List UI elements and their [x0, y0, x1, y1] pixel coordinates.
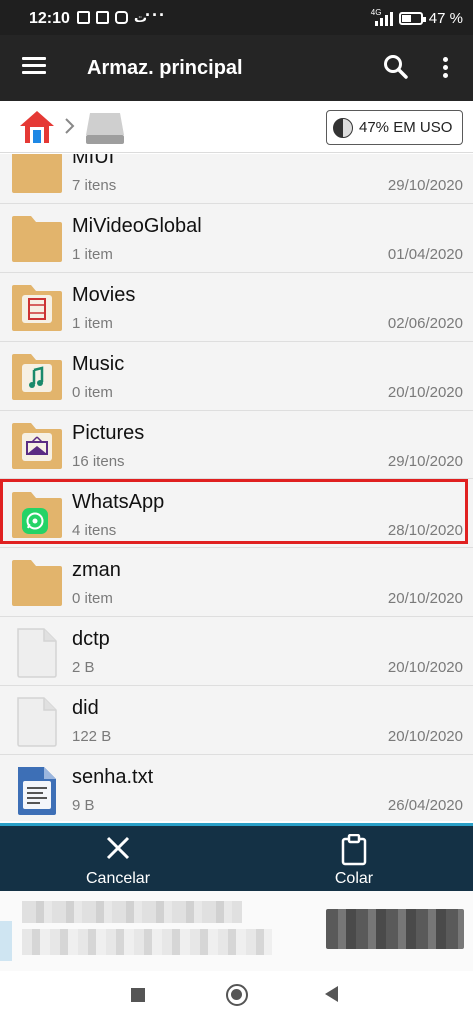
folder-whatsapp-icon	[10, 484, 64, 540]
ad-text-blur	[22, 929, 272, 955]
system-nav-bar	[0, 971, 473, 1024]
hamburger-icon[interactable]	[22, 57, 46, 75]
file-date: 28/10/2020	[387, 521, 463, 539]
photo-notification-icon	[96, 11, 109, 24]
status-time: 12:10	[29, 10, 70, 27]
folder-pictures-icon	[10, 415, 64, 471]
folder-music-icon	[10, 346, 64, 402]
ad-mark	[0, 921, 12, 961]
close-icon	[106, 836, 130, 860]
file-date: 20/10/2020	[387, 383, 463, 401]
file-icon	[10, 692, 64, 748]
file-date: 20/10/2020	[387, 728, 463, 746]
gallery-notification-icon	[77, 11, 90, 24]
ad-text-blur	[22, 901, 242, 923]
file-date: 02/06/2020	[387, 314, 463, 332]
file-name: dctp	[72, 628, 110, 651]
file-meta: 0 item	[72, 383, 113, 401]
page-title: Armaz. principal	[87, 57, 243, 79]
file-meta: 9 B	[72, 797, 95, 815]
file-meta: 122 B	[72, 728, 112, 746]
home-icon[interactable]	[18, 108, 56, 146]
file-meta: 16 itens	[72, 452, 125, 470]
folder-icon	[10, 154, 64, 195]
recents-icon[interactable]	[131, 988, 145, 1002]
storage-usage-label: 47% EM USO	[359, 119, 453, 136]
file-row[interactable]: did 122 B 20/10/2020	[0, 686, 473, 756]
back-icon[interactable]	[325, 986, 338, 1002]
action-bar: Cancelar Colar	[0, 823, 473, 891]
file-name: MiVideoGlobal	[72, 214, 202, 237]
text-file-icon	[10, 761, 64, 817]
signal-icon: 4G	[371, 8, 393, 26]
more-notifications-icon: ···	[145, 5, 166, 25]
file-name: senha.txt	[72, 766, 154, 789]
status-bar: 12:10 ت ··· 4G 47 %	[0, 0, 473, 35]
storage-usage-button[interactable]: 47% EM USO	[326, 110, 463, 145]
file-name: did	[72, 697, 99, 720]
file-row[interactable]: senha.txt 9 B 26/04/2020	[0, 755, 473, 821]
file-name: MIUI	[72, 154, 115, 168]
file-name: zman	[72, 559, 121, 582]
file-icon	[10, 623, 64, 679]
search-icon[interactable]	[382, 53, 410, 81]
battery-icon	[398, 12, 426, 25]
file-date: 29/10/2020	[387, 452, 463, 470]
file-name: WhatsApp	[72, 490, 165, 513]
file-name: Movies	[72, 283, 136, 306]
file-date: 20/10/2020	[387, 590, 463, 608]
folder-icon	[10, 552, 64, 608]
cancel-button[interactable]: Cancelar	[43, 826, 193, 891]
file-row[interactable]: Pictures 16 itens 29/10/2020	[0, 410, 473, 480]
file-meta: 1 item	[72, 245, 113, 263]
storage-pie-icon	[333, 117, 353, 138]
cancel-label: Cancelar	[85, 870, 151, 887]
nav-home-icon[interactable]	[226, 984, 248, 1006]
file-row[interactable]: MiVideoGlobal 1 item 01/04/2020	[0, 203, 473, 273]
file-meta: 1 item	[72, 314, 113, 332]
network-type: 4G	[370, 7, 382, 17]
file-date: 29/10/2020	[387, 177, 463, 194]
file-date: 01/04/2020	[387, 245, 463, 263]
status-right: 4G 47 %	[371, 8, 463, 28]
file-meta: 4 itens	[72, 521, 117, 539]
file-row[interactable]: WhatsApp 4 itens 28/10/2020	[0, 479, 473, 549]
file-name: Pictures	[72, 421, 145, 444]
paste-label: Colar	[334, 870, 374, 887]
file-name: Music	[72, 352, 125, 375]
file-row[interactable]: Music 0 item 20/10/2020	[0, 341, 473, 411]
file-row[interactable]: dctp 2 B 20/10/2020	[0, 617, 473, 687]
ad-cta-button[interactable]	[326, 909, 464, 949]
app-bar: Armaz. principal	[0, 35, 473, 101]
battery-percent: 47 %	[428, 10, 463, 27]
file-meta: 0 item	[72, 590, 113, 608]
file-date: 20/10/2020	[387, 659, 463, 677]
file-row[interactable]: Movies 1 item 02/06/2020	[0, 272, 473, 342]
folder-movies-icon	[10, 277, 64, 333]
storage-drive-icon[interactable]	[84, 111, 126, 145]
file-meta: 7 itens	[72, 177, 117, 194]
file-date: 26/04/2020	[387, 797, 463, 815]
file-list[interactable]: senha.txt 9 B 26/04/2020 did 122 B 20/10/2020…	[0, 154, 473, 821]
more-vert-icon[interactable]	[434, 53, 458, 81]
instagram-notification-icon	[115, 11, 128, 24]
file-row[interactable]: zman 0 item 20/10/2020	[0, 548, 473, 618]
chevron-right-icon	[64, 117, 76, 135]
notification-icons: ت	[77, 10, 147, 26]
paste-button[interactable]: Colar	[279, 826, 429, 891]
file-meta: 2 B	[72, 659, 95, 677]
folder-icon	[10, 208, 64, 264]
file-row[interactable]: MIUI 7 itens 29/10/2020	[0, 154, 473, 204]
clipboard-icon	[341, 834, 367, 866]
ad-banner[interactable]	[0, 891, 473, 971]
breadcrumb: 47% EM USO	[0, 101, 473, 153]
